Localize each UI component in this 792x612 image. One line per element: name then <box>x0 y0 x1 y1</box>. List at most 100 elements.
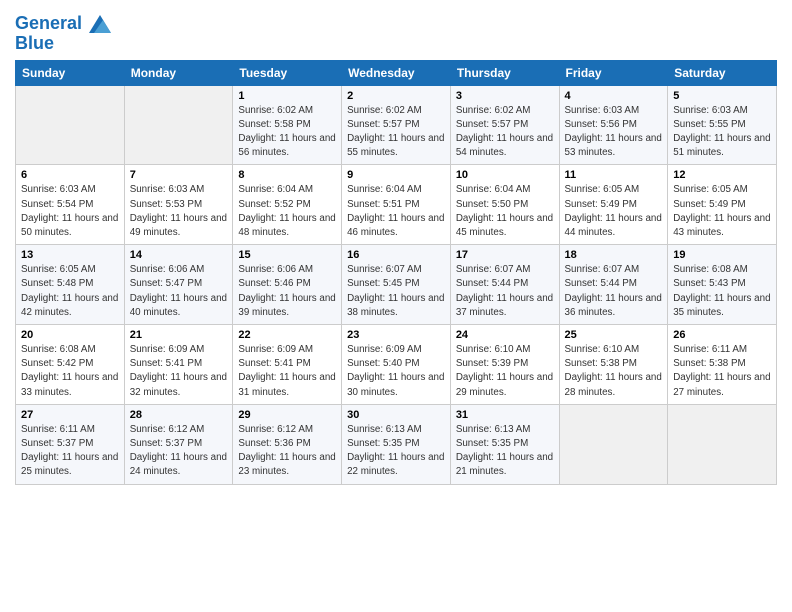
day-info: Sunrise: 6:03 AM Sunset: 5:53 PM Dayligh… <box>130 183 228 240</box>
calendar-cell: 11Sunrise: 6:05 AM Sunset: 5:49 PM Dayli… <box>559 165 668 245</box>
day-number: 15 <box>238 249 336 261</box>
day-info: Sunrise: 6:06 AM Sunset: 5:46 PM Dayligh… <box>238 263 336 320</box>
day-info: Sunrise: 6:07 AM Sunset: 5:44 PM Dayligh… <box>456 263 554 320</box>
day-number: 24 <box>456 329 554 341</box>
calendar-cell: 28 Sunrise: 6:12 AM Sunset: 5:37 PM Dayli… <box>124 404 233 484</box>
day-number: 16 <box>347 249 445 261</box>
day-number: 29 <box>238 409 336 421</box>
calendar-cell: 21 Sunrise: 6:09 AM Sunset: 5:41 PM Dayli… <box>124 325 233 405</box>
weekday-header: Saturday <box>668 60 777 85</box>
day-number: 8 <box>238 169 336 181</box>
day-info: Sunrise: 6:05 AM Sunset: 5:48 PM Dayligh… <box>21 263 119 320</box>
day-number: 27 <box>21 409 119 421</box>
day-number: 12 <box>673 169 771 181</box>
day-number: 30 <box>347 409 445 421</box>
calendar-header: SundayMondayTuesdayWednesdayThursdayFrid… <box>16 60 777 85</box>
day-number: 17 <box>456 249 554 261</box>
calendar-week: 20Sunrise: 6:08 AM Sunset: 5:42 PM Dayli… <box>16 325 777 405</box>
calendar-cell: 24 Sunrise: 6:10 AM Sunset: 5:39 PM Dayli… <box>450 325 559 405</box>
calendar-cell: 1 Sunrise: 6:02 AM Sunset: 5:58 PM Daylig… <box>233 85 342 165</box>
calendar-cell: 27 Sunrise: 6:11 AM Sunset: 5:37 PM Dayli… <box>16 404 125 484</box>
day-info: Sunrise: 6:11 AM Sunset: 5:37 PM Dayligh… <box>21 423 119 480</box>
weekday-header: Thursday <box>450 60 559 85</box>
day-number: 25 <box>565 329 663 341</box>
calendar-cell: 26 Sunrise: 6:11 AM Sunset: 5:38 PM Dayli… <box>668 325 777 405</box>
day-number: 6 <box>21 169 119 181</box>
day-number: 10 <box>456 169 554 181</box>
day-number: 5 <box>673 90 771 102</box>
day-info: Sunrise: 6:05 AM Sunset: 5:49 PM Dayligh… <box>673 183 771 240</box>
weekday-header: Friday <box>559 60 668 85</box>
calendar-cell: 22 Sunrise: 6:09 AM Sunset: 5:41 PM Dayli… <box>233 325 342 405</box>
day-info: Sunrise: 6:04 AM Sunset: 5:52 PM Dayligh… <box>238 183 336 240</box>
day-info: Sunrise: 6:12 AM Sunset: 5:36 PM Dayligh… <box>238 423 336 480</box>
calendar-cell: 6 Sunrise: 6:03 AM Sunset: 5:54 PM Daylig… <box>16 165 125 245</box>
day-info: Sunrise: 6:10 AM Sunset: 5:38 PM Dayligh… <box>565 343 663 400</box>
calendar-cell: 8 Sunrise: 6:04 AM Sunset: 5:52 PM Daylig… <box>233 165 342 245</box>
day-number: 18 <box>565 249 663 261</box>
calendar-cell: 18 Sunrise: 6:07 AM Sunset: 5:44 PM Dayli… <box>559 245 668 325</box>
calendar-cell: 23 Sunrise: 6:09 AM Sunset: 5:40 PM Dayli… <box>342 325 451 405</box>
calendar-cell: 12 Sunrise: 6:05 AM Sunset: 5:49 PM Dayli… <box>668 165 777 245</box>
day-info: Sunrise: 6:11 AM Sunset: 5:38 PM Dayligh… <box>673 343 771 400</box>
calendar-cell: 19 Sunrise: 6:08 AM Sunset: 5:43 PM Dayli… <box>668 245 777 325</box>
calendar-cell: 7 Sunrise: 6:03 AM Sunset: 5:53 PM Daylig… <box>124 165 233 245</box>
day-number: 22 <box>238 329 336 341</box>
calendar-cell: 2 Sunrise: 6:02 AM Sunset: 5:57 PM Daylig… <box>342 85 451 165</box>
calendar: SundayMondayTuesdayWednesdayThursdayFrid… <box>15 60 777 485</box>
day-number: 13 <box>21 249 119 261</box>
day-info: Sunrise: 6:07 AM Sunset: 5:44 PM Dayligh… <box>565 263 663 320</box>
day-info: Sunrise: 6:03 AM Sunset: 5:56 PM Dayligh… <box>565 104 663 161</box>
day-info: Sunrise: 6:04 AM Sunset: 5:51 PM Dayligh… <box>347 183 445 240</box>
day-info: Sunrise: 6:09 AM Sunset: 5:41 PM Dayligh… <box>130 343 228 400</box>
day-info: Sunrise: 6:09 AM Sunset: 5:40 PM Dayligh… <box>347 343 445 400</box>
calendar-cell: 29 Sunrise: 6:12 AM Sunset: 5:36 PM Dayli… <box>233 404 342 484</box>
calendar-cell: 5Sunrise: 6:03 AM Sunset: 5:55 PM Daylig… <box>668 85 777 165</box>
day-number: 7 <box>130 169 228 181</box>
weekday-header: Wednesday <box>342 60 451 85</box>
weekday-header: Tuesday <box>233 60 342 85</box>
day-info: Sunrise: 6:07 AM Sunset: 5:45 PM Dayligh… <box>347 263 445 320</box>
day-number: 31 <box>456 409 554 421</box>
calendar-cell: 20Sunrise: 6:08 AM Sunset: 5:42 PM Dayli… <box>16 325 125 405</box>
calendar-cell <box>16 85 125 165</box>
day-number: 20 <box>21 329 119 341</box>
day-info: Sunrise: 6:06 AM Sunset: 5:47 PM Dayligh… <box>130 263 228 320</box>
day-info: Sunrise: 6:05 AM Sunset: 5:49 PM Dayligh… <box>565 183 663 240</box>
day-info: Sunrise: 6:03 AM Sunset: 5:54 PM Dayligh… <box>21 183 119 240</box>
day-number: 19 <box>673 249 771 261</box>
day-number: 1 <box>238 90 336 102</box>
day-info: Sunrise: 6:09 AM Sunset: 5:41 PM Dayligh… <box>238 343 336 400</box>
calendar-cell: 15 Sunrise: 6:06 AM Sunset: 5:46 PM Dayli… <box>233 245 342 325</box>
day-info: Sunrise: 6:02 AM Sunset: 5:58 PM Dayligh… <box>238 104 336 161</box>
day-info: Sunrise: 6:02 AM Sunset: 5:57 PM Dayligh… <box>456 104 554 161</box>
logo-text2: Blue <box>15 34 111 54</box>
calendar-cell <box>124 85 233 165</box>
weekday-header: Sunday <box>16 60 125 85</box>
calendar-cell: 30 Sunrise: 6:13 AM Sunset: 5:35 PM Dayli… <box>342 404 451 484</box>
day-number: 21 <box>130 329 228 341</box>
day-number: 14 <box>130 249 228 261</box>
calendar-week: 13 Sunrise: 6:05 AM Sunset: 5:48 PM Dayli… <box>16 245 777 325</box>
weekday-header: Monday <box>124 60 233 85</box>
day-number: 9 <box>347 169 445 181</box>
day-info: Sunrise: 6:13 AM Sunset: 5:35 PM Dayligh… <box>347 423 445 480</box>
day-info: Sunrise: 6:04 AM Sunset: 5:50 PM Dayligh… <box>456 183 554 240</box>
day-number: 3 <box>456 90 554 102</box>
calendar-week: 1 Sunrise: 6:02 AM Sunset: 5:58 PM Daylig… <box>16 85 777 165</box>
day-number: 23 <box>347 329 445 341</box>
day-info: Sunrise: 6:13 AM Sunset: 5:35 PM Dayligh… <box>456 423 554 480</box>
day-info: Sunrise: 6:02 AM Sunset: 5:57 PM Dayligh… <box>347 104 445 161</box>
day-info: Sunrise: 6:10 AM Sunset: 5:39 PM Dayligh… <box>456 343 554 400</box>
calendar-cell: 25 Sunrise: 6:10 AM Sunset: 5:38 PM Dayli… <box>559 325 668 405</box>
calendar-week: 27 Sunrise: 6:11 AM Sunset: 5:37 PM Dayli… <box>16 404 777 484</box>
day-number: 2 <box>347 90 445 102</box>
day-number: 26 <box>673 329 771 341</box>
day-info: Sunrise: 6:08 AM Sunset: 5:43 PM Dayligh… <box>673 263 771 320</box>
day-info: Sunrise: 6:12 AM Sunset: 5:37 PM Dayligh… <box>130 423 228 480</box>
calendar-cell: 10 Sunrise: 6:04 AM Sunset: 5:50 PM Dayli… <box>450 165 559 245</box>
day-number: 28 <box>130 409 228 421</box>
calendar-cell: 14 Sunrise: 6:06 AM Sunset: 5:47 PM Dayli… <box>124 245 233 325</box>
calendar-cell: 3 Sunrise: 6:02 AM Sunset: 5:57 PM Daylig… <box>450 85 559 165</box>
calendar-cell: 17 Sunrise: 6:07 AM Sunset: 5:44 PM Dayli… <box>450 245 559 325</box>
